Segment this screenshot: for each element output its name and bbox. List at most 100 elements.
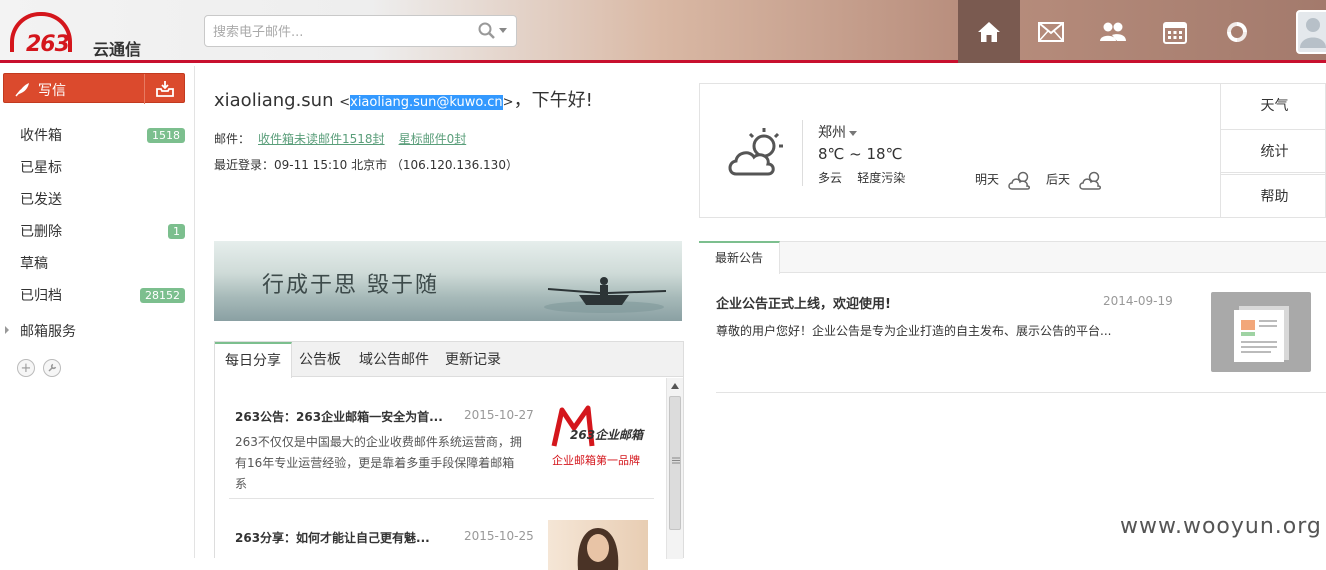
news-title[interactable]: 263分享：如何才能让自己更有魅...	[235, 529, 430, 546]
thumbnail-slogan: 企业邮箱第一品牌	[552, 454, 640, 467]
sidebar: 写信 收件箱 1518 已星标 已发送 已删除 1 草稿 已归档 28152 邮…	[0, 66, 195, 558]
receive-mail-icon[interactable]	[155, 80, 175, 98]
notice-divider	[716, 392, 1326, 393]
weather-main: 郑州 8℃ ~ 18℃ 多云 轻度污染 明天 后天	[700, 84, 1220, 217]
username: xiaoliang.sun	[214, 90, 334, 111]
tab-bar: 每日分享 公告板 域公告邮件 更新记录	[215, 342, 683, 378]
tab-domain-notice-mail[interactable]: 域公告邮件	[349, 342, 439, 377]
nav-contacts[interactable]	[1082, 0, 1144, 63]
weather-tomorrow-label: 明天	[975, 172, 1000, 187]
small-cloudy-icon	[1008, 171, 1030, 190]
search-icon[interactable]	[477, 21, 497, 41]
notice-panel: 最新公告 企业公告正式上线，欢迎使用! 2014-09-19 尊敬的用户您好！企…	[699, 241, 1326, 558]
folder-name: 已归档	[20, 288, 62, 304]
tab-changelog[interactable]: 更新记录	[435, 342, 511, 377]
weather-day-after-label: 后天	[1046, 172, 1071, 187]
weather-day-after[interactable]: 后天	[1046, 169, 1104, 191]
weather-divider	[802, 120, 803, 186]
notice-date: 2014-09-19	[1103, 294, 1173, 308]
tab-bulletin-board[interactable]: 公告板	[289, 342, 351, 377]
mailbox-services-toggle[interactable]: 邮箱服务	[0, 318, 195, 342]
folder-sent[interactable]: 已发送	[0, 184, 195, 214]
notice-body: 尊敬的用户您好！企业公告是专为企业打造的自主发布、展示公告的平台...	[716, 324, 1112, 338]
mail-summary-label: 邮件：	[214, 132, 251, 146]
add-folder-icon[interactable]: +	[17, 359, 35, 377]
folder-starred[interactable]: 已星标	[0, 152, 195, 182]
notice-title[interactable]: 企业公告正式上线，欢迎使用!	[716, 293, 891, 312]
folder-name: 草稿	[20, 256, 48, 272]
nav-mail[interactable]	[1020, 0, 1082, 63]
home-icon	[978, 21, 1000, 42]
starred-mail-link[interactable]: 星标邮件0封	[399, 132, 467, 146]
nav-refresh[interactable]	[1206, 0, 1268, 63]
weather-side-menu: 天气 统计 帮助	[1220, 84, 1326, 217]
search-options-chevron-icon[interactable]	[499, 28, 507, 33]
weather-tab[interactable]: 天气	[1221, 84, 1326, 128]
user-email[interactable]: xiaoliang.sun@kuwo.cn	[350, 95, 503, 110]
mail-icon	[1038, 21, 1064, 42]
info-tabs-panel: 每日分享 公告板 域公告邮件 更新记录 263公告：263企业邮箱一安全为首..…	[214, 341, 684, 570]
news-body: 263不仅仅是中国最大的企业收费邮件系统运营商，拥有16年专业运营经验，更是靠着…	[235, 435, 522, 491]
scroll-up-arrow-icon[interactable]	[671, 383, 679, 389]
scrollbar[interactable]	[666, 378, 683, 559]
grip-icon	[672, 457, 680, 464]
expand-arrow-icon	[5, 326, 9, 334]
logo-number: 263	[26, 32, 70, 57]
scrollbar-thumb[interactable]	[669, 396, 681, 530]
notice-document-thumbnail[interactable]	[1211, 292, 1311, 372]
logo-text: 云通信	[93, 40, 142, 59]
email-close-bracket: >	[502, 95, 514, 110]
slogan-banner[interactable]: 行成于思 毁于随	[214, 241, 682, 321]
nav-calendar[interactable]	[1144, 0, 1206, 63]
unread-badge: 1518	[147, 128, 185, 143]
email-open-bracket: <	[339, 95, 351, 110]
news-thumbnail[interactable]	[548, 520, 648, 570]
logo[interactable]: 263 云通信	[8, 10, 183, 59]
folder-name: 收件箱	[20, 128, 62, 144]
partly-cloudy-icon	[728, 128, 783, 176]
news-date: 2015-10-25	[464, 529, 534, 543]
news-title[interactable]: 263公告：263企业邮箱一安全为首...	[235, 408, 443, 425]
folder-name: 已删除	[20, 224, 62, 240]
weather-tomorrow[interactable]: 明天	[975, 169, 1033, 191]
calendar-icon	[1163, 21, 1187, 44]
compose-button[interactable]: 写信	[3, 73, 185, 104]
last-login-info: 最近登录：09-11 15:10 北京市 （106.120.136.130）	[214, 158, 518, 172]
help-tab[interactable]: 帮助	[1221, 174, 1326, 218]
folder-inbox[interactable]: 收件箱 1518	[0, 120, 195, 150]
weather-sky: 多云	[818, 171, 843, 185]
avatar[interactable]	[1296, 10, 1326, 54]
small-cloudy-icon	[1079, 171, 1101, 190]
statistics-tab[interactable]: 统计	[1221, 129, 1326, 173]
salutation: ，下午好!	[513, 90, 593, 111]
news-divider	[229, 498, 654, 499]
weather-city: 郑州	[818, 125, 846, 141]
weather-widget: 郑州 8℃ ~ 18℃ 多云 轻度污染 明天 后天 天气 统计 帮助	[699, 83, 1326, 218]
weather-city-selector[interactable]: 郑州	[818, 122, 857, 142]
woman-portrait-image	[577, 528, 619, 570]
nav-home[interactable]	[958, 0, 1020, 63]
mail-summary: 邮件： 收件箱未读邮件1518封 星标邮件0封	[214, 130, 466, 147]
notice-tab-bar: 最新公告	[699, 241, 1326, 274]
search-box[interactable]	[204, 15, 517, 47]
banner-slogan: 行成于思 毁于随	[262, 273, 439, 298]
unread-mail-link[interactable]: 收件箱未读邮件1518封	[258, 132, 385, 146]
search-input[interactable]	[213, 22, 463, 42]
tab-daily-share[interactable]: 每日分享	[215, 342, 292, 378]
folder-archived[interactable]: 已归档 28152	[0, 280, 195, 310]
folder-deleted[interactable]: 已删除 1	[0, 216, 195, 246]
user-avatar-icon	[1300, 18, 1326, 48]
weather-temperature: 8℃ ~ 18℃	[818, 145, 903, 163]
count-badge: 1	[168, 224, 185, 239]
wrench-settings-icon[interactable]	[43, 359, 61, 377]
watermark: www.wooyun.org	[1120, 514, 1322, 539]
folder-drafts[interactable]: 草稿	[0, 248, 195, 278]
news-thumbnail[interactable]: 263企业邮箱 企业邮箱第一品牌	[548, 404, 648, 474]
count-badge: 28152	[140, 288, 185, 303]
weather-condition: 多云 轻度污染	[818, 169, 905, 186]
tab-latest-notice[interactable]: 最新公告	[699, 241, 781, 274]
thumbnail-logo-text: 263企业邮箱	[570, 428, 644, 442]
mailbox-services-label: 邮箱服务	[20, 324, 76, 340]
top-bar: 263 云通信	[0, 0, 1326, 63]
feather-pen-icon	[15, 83, 29, 97]
